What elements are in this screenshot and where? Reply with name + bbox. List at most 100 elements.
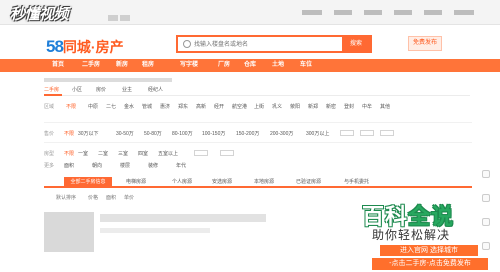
- breadcrumb: [44, 78, 172, 82]
- filter-option[interactable]: 不限: [64, 130, 74, 137]
- filter-option[interactable]: 一室: [78, 150, 88, 157]
- top-link[interactable]: [424, 10, 442, 15]
- search-input[interactable]: [194, 38, 314, 51]
- nav-item-land[interactable]: 土地: [272, 59, 284, 72]
- filter-option[interactable]: 四室: [138, 150, 148, 157]
- filter-dropdown[interactable]: 年代: [176, 162, 186, 169]
- listing-tab-elevator[interactable]: 电梯房源: [126, 177, 146, 187]
- top-link[interactable]: [394, 10, 412, 15]
- filter-option[interactable]: 80-100万: [172, 130, 193, 137]
- filter-option[interactable]: 惠济: [160, 103, 170, 110]
- filter-option[interactable]: 高新: [196, 103, 206, 110]
- filter-option[interactable]: 航空港: [232, 103, 247, 110]
- filter-option[interactable]: 30万以下: [78, 130, 99, 137]
- logo-name: 同城·房产: [62, 39, 124, 55]
- filter-option[interactable]: 二室: [98, 150, 108, 157]
- sort-unit-price[interactable]: 单价: [124, 194, 134, 201]
- side-toolbar: [480, 170, 492, 270]
- filter-dropdown[interactable]: 朝向: [92, 162, 102, 169]
- filter-option[interactable]: 30-50万: [116, 130, 134, 137]
- side-tool-icon[interactable]: [482, 218, 490, 226]
- side-tool-icon[interactable]: [482, 170, 490, 178]
- top-link[interactable]: [364, 10, 382, 15]
- filter-row-rooms: 房型 不限 一室 二室 三室 四室 五室以上: [44, 150, 472, 158]
- filter-option[interactable]: 300万以上: [306, 130, 329, 137]
- price-confirm-button[interactable]: [380, 130, 394, 136]
- rooms-dropdown[interactable]: [194, 150, 208, 156]
- overlay-instruction-2: -点击二手房-点击免费发布: [372, 258, 488, 270]
- side-tool-icon[interactable]: [482, 242, 490, 250]
- rooms-dropdown[interactable]: [220, 150, 234, 156]
- filter-option[interactable]: 不限: [64, 150, 74, 157]
- search-button[interactable]: 搜索: [342, 37, 370, 51]
- filter-option[interactable]: 200-300万: [270, 130, 293, 137]
- filter-option[interactable]: 荥阳: [290, 103, 300, 110]
- listing-tab-safe[interactable]: 安选房源: [212, 177, 232, 187]
- tab-community[interactable]: 小区: [72, 86, 82, 93]
- overlay-subtitle: 助你轻松解决: [372, 228, 451, 242]
- listing-meta: [100, 228, 210, 233]
- top-link[interactable]: [334, 10, 352, 15]
- side-tool-icon[interactable]: [482, 194, 490, 202]
- nav-item-new[interactable]: 新房: [116, 59, 128, 72]
- divider: [44, 122, 472, 123]
- nav-item-office[interactable]: 写字楼: [180, 59, 198, 72]
- filter-option[interactable]: 三室: [118, 150, 128, 157]
- filter-row-more: 更多 面积 朝向 楼层 装修 年代: [44, 162, 472, 170]
- filter-option[interactable]: 新密: [326, 103, 336, 110]
- filter-option[interactable]: 二七: [106, 103, 116, 110]
- filter-option[interactable]: 新郑: [308, 103, 318, 110]
- filter-label: 区域: [44, 104, 55, 110]
- city-switcher[interactable]: [108, 8, 132, 21]
- sort-price[interactable]: 价格: [88, 194, 98, 201]
- tab-owner[interactable]: 业主: [122, 86, 132, 93]
- listing-tab-personal[interactable]: 个人房源: [172, 177, 192, 187]
- listing-tab-all[interactable]: 全部二手房信息: [64, 177, 112, 187]
- nav-item-rent[interactable]: 租房: [142, 59, 154, 72]
- publish-button[interactable]: 免费发布: [408, 36, 442, 51]
- filter-option[interactable]: 中原: [88, 103, 98, 110]
- filter-option[interactable]: 五室以上: [158, 150, 178, 157]
- nav-item-factory[interactable]: 厂房: [218, 59, 230, 72]
- sort-default[interactable]: 默认排序: [56, 194, 76, 201]
- listing-tab-phone[interactable]: 与手机委托: [344, 177, 369, 187]
- nav-item-parking[interactable]: 车位: [300, 59, 312, 72]
- filter-option[interactable]: 巩义: [272, 103, 282, 110]
- sort-area[interactable]: 面积: [106, 194, 116, 201]
- filter-dropdown[interactable]: 面积: [64, 162, 74, 169]
- filter-option[interactable]: 郑东: [178, 103, 188, 110]
- top-link[interactable]: [302, 10, 322, 15]
- tab-agent[interactable]: 经纪人: [148, 86, 163, 93]
- tab-secondhand[interactable]: 二手房: [44, 86, 59, 93]
- filter-option[interactable]: 经开: [214, 103, 224, 110]
- tab-price[interactable]: 房价: [96, 86, 106, 93]
- filter-option[interactable]: 100-150万: [202, 130, 225, 137]
- filter-dropdown[interactable]: 装修: [148, 162, 158, 169]
- top-link[interactable]: [454, 10, 474, 15]
- filter-option[interactable]: 不限: [66, 103, 76, 110]
- listing-thumbnail[interactable]: [44, 212, 94, 252]
- price-max-input[interactable]: [360, 130, 374, 136]
- filter-option[interactable]: 中牟: [362, 103, 372, 110]
- filter-option[interactable]: 其他: [380, 103, 390, 110]
- filter-option[interactable]: 上街: [254, 103, 264, 110]
- search-box: 搜索: [176, 35, 372, 53]
- listing-tab-verified[interactable]: 已验证房源: [296, 177, 321, 187]
- filter-option[interactable]: 150-200万: [236, 130, 259, 137]
- filter-dropdown[interactable]: 楼层: [120, 162, 130, 169]
- price-min-input[interactable]: [340, 130, 354, 136]
- site-logo[interactable]: 58同城·房产: [46, 37, 124, 57]
- nav-item-warehouse[interactable]: 仓库: [244, 59, 256, 72]
- filter-option[interactable]: 50-80万: [144, 130, 162, 137]
- nav-item-secondhand[interactable]: 二手房: [82, 59, 100, 72]
- browser-page: 秒懂视频 58同城·房产 搜索 免费发布 首页 二手房 新房 租房 写字楼 厂房…: [0, 0, 500, 272]
- listing-tab-local[interactable]: 本地房源: [254, 177, 274, 187]
- listing-title[interactable]: [100, 214, 266, 222]
- main-nav: 首页 二手房 新房 租房 写字楼 厂房 仓库 土地 车位: [0, 59, 500, 72]
- filter-option[interactable]: 管城: [142, 103, 152, 110]
- filter-label: 房型: [44, 151, 55, 157]
- nav-item-home[interactable]: 首页: [52, 59, 64, 72]
- filter-label: 更多: [44, 163, 55, 169]
- filter-option[interactable]: 登封: [344, 103, 354, 110]
- filter-option[interactable]: 金水: [124, 103, 134, 110]
